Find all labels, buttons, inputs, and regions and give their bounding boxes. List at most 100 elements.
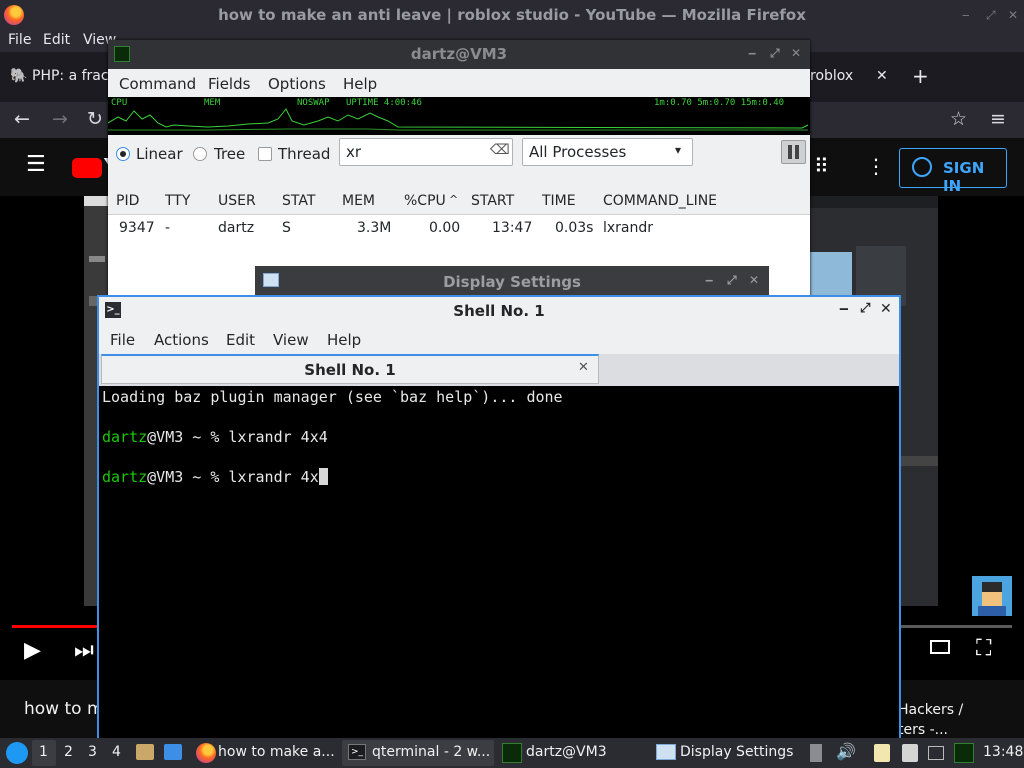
- apps-grid-icon[interactable]: ⠿: [814, 154, 829, 178]
- cell-mem: 3.3M: [357, 220, 392, 236]
- menu-edit[interactable]: Edit: [43, 32, 70, 48]
- sign-in-button[interactable]: SIGN IN: [899, 148, 1007, 195]
- column-pid[interactable]: PID: [116, 193, 139, 209]
- menu-fields[interactable]: Fields: [208, 75, 250, 93]
- maximize-icon[interactable]: ⤢: [860, 301, 870, 316]
- close-icon[interactable]: ✕: [1008, 8, 1018, 22]
- cell-stat: S: [282, 220, 291, 236]
- task-manager-title: dartz@VM3: [410, 45, 508, 63]
- keyboard-icon[interactable]: [928, 746, 944, 760]
- display-settings-titlebar[interactable]: Display Settings ‒ ⤢ ✕: [255, 266, 769, 296]
- radio-linear[interactable]: [116, 147, 130, 161]
- process-filter-select[interactable]: All Processes ▾: [522, 138, 693, 166]
- menu-options[interactable]: Options: [268, 75, 326, 93]
- terminal-line: dartz@VM3 ~ % lxrandr 4x4: [102, 428, 328, 446]
- menu-edit[interactable]: Edit: [226, 331, 255, 349]
- radio-tree[interactable]: [193, 147, 207, 161]
- menu-help[interactable]: Help: [327, 331, 361, 349]
- theater-mode-icon[interactable]: [930, 640, 950, 654]
- maximize-icon[interactable]: ⤢: [727, 273, 737, 288]
- cpu-monitor-icon[interactable]: [954, 743, 974, 763]
- tab-shell-1[interactable]: Shell No. 1 ✕: [101, 354, 599, 384]
- maximize-icon[interactable]: ⤢: [986, 8, 996, 23]
- tab-close-icon[interactable]: ✕: [876, 68, 888, 84]
- column-time[interactable]: TIME: [542, 193, 576, 209]
- column-mem[interactable]: MEM: [342, 193, 375, 209]
- desktop-1[interactable]: 1: [39, 744, 48, 760]
- youtube-logo-icon[interactable]: [72, 158, 102, 178]
- menu-help[interactable]: Help: [343, 75, 377, 93]
- reload-icon[interactable]: ↻: [87, 108, 103, 130]
- column-user[interactable]: USER: [218, 193, 256, 209]
- volume-icon[interactable]: 🔊: [836, 742, 856, 761]
- column-cpu[interactable]: %CPU: [404, 193, 446, 209]
- firefox-window-title: how to make an anti leave | roblox studi…: [218, 6, 806, 24]
- process-table-header: PID TTY USER STAT MEM %CPU ^ START TIME …: [108, 187, 810, 215]
- show-desktop-icon[interactable]: [164, 744, 182, 760]
- menu-command[interactable]: Command: [119, 75, 196, 93]
- terminal-menubar: File Actions Edit View Help: [99, 324, 899, 354]
- terminal-output[interactable]: Loading baz plugin manager (see `baz hel…: [101, 386, 897, 743]
- task-manager-menubar: Command Fields Options Help: [108, 69, 810, 97]
- bookmark-star-icon[interactable]: ☆: [950, 108, 967, 130]
- menu-file[interactable]: File: [8, 32, 31, 48]
- cell-pid: 9347: [119, 220, 155, 236]
- minimize-icon[interactable]: ‒: [705, 273, 713, 287]
- cell-time: 0.03s: [555, 220, 594, 236]
- firefox-icon: [196, 743, 216, 763]
- column-command-line[interactable]: COMMAND_LINE: [603, 193, 717, 209]
- clipboard-icon[interactable]: [874, 744, 890, 762]
- close-icon[interactable]: ✕: [749, 273, 759, 287]
- desktop-3[interactable]: 3: [88, 744, 97, 760]
- app-launcher-icon[interactable]: [6, 742, 28, 764]
- menu-file[interactable]: File: [110, 331, 135, 349]
- cell-cpu: 0.00: [429, 220, 461, 236]
- close-icon[interactable]: ✕: [791, 46, 801, 60]
- column-start[interactable]: START: [471, 193, 514, 209]
- more-options-icon[interactable]: ⋮: [866, 154, 886, 178]
- play-icon[interactable]: ▶: [24, 638, 41, 663]
- column-tty[interactable]: TTY: [165, 193, 190, 209]
- maximize-icon[interactable]: ⤢: [770, 46, 780, 61]
- cell-command-line: lxrandr: [603, 220, 654, 236]
- table-row[interactable]: 9347 - dartz S 3.3M 0.00 13:47 0.03s lxr…: [108, 215, 810, 241]
- related-text-2[interactable]: ters -...: [898, 722, 948, 738]
- app-menu-icon[interactable]: ≡: [990, 108, 1006, 130]
- graph-cpu-label: CPU: [111, 98, 128, 108]
- network-icon[interactable]: [902, 744, 918, 762]
- video-title[interactable]: how to m: [24, 699, 104, 719]
- column-stat[interactable]: STAT: [282, 193, 315, 209]
- display-settings-title: Display Settings: [443, 273, 581, 291]
- new-tab-icon[interactable]: +: [912, 64, 929, 88]
- task-manager-icon: [502, 743, 522, 763]
- filter-input[interactable]: xr ⌫: [339, 138, 513, 166]
- thread-checkbox[interactable]: [258, 147, 272, 161]
- minimize-icon[interactable]: ‒: [962, 8, 970, 22]
- graph-noswap-label: NOSWAP: [297, 98, 330, 108]
- desktop-2[interactable]: 2: [64, 744, 73, 760]
- menu-view[interactable]: View: [273, 331, 309, 349]
- menu-actions[interactable]: Actions: [154, 331, 209, 349]
- fullscreen-icon[interactable]: ⛶: [976, 636, 991, 661]
- pause-button[interactable]: [781, 140, 806, 164]
- hamburger-menu-icon[interactable]: ☰: [26, 152, 46, 177]
- minimize-icon[interactable]: ‒: [748, 46, 756, 60]
- back-icon[interactable]: ←: [14, 108, 30, 130]
- desktop-4[interactable]: 4: [112, 744, 121, 760]
- clock[interactable]: 13:48: [983, 744, 1023, 760]
- channel-avatar[interactable]: [972, 576, 1012, 616]
- close-icon[interactable]: ✕: [880, 301, 892, 317]
- clear-filter-icon[interactable]: ⌫: [490, 142, 510, 158]
- scroll-icon[interactable]: [810, 744, 822, 762]
- next-icon[interactable]: ⏭: [74, 638, 94, 663]
- prompt-command: @VM3 ~ % lxrandr 4x4: [147, 428, 328, 446]
- tab-close-icon[interactable]: ✕: [578, 360, 589, 375]
- tab-php[interactable]: PHP: a fract: [32, 68, 114, 84]
- cell-start: 13:47: [492, 220, 533, 236]
- tab-roblox[interactable]: roblox: [810, 68, 853, 84]
- file-manager-icon[interactable]: [136, 744, 154, 760]
- minimize-icon[interactable]: ‒: [839, 301, 849, 317]
- related-text-1[interactable]: Hackers /: [898, 702, 963, 718]
- terminal-line: dartz@VM3 ~ % lxrandr 4x: [102, 468, 328, 486]
- forward-icon[interactable]: →: [52, 108, 68, 130]
